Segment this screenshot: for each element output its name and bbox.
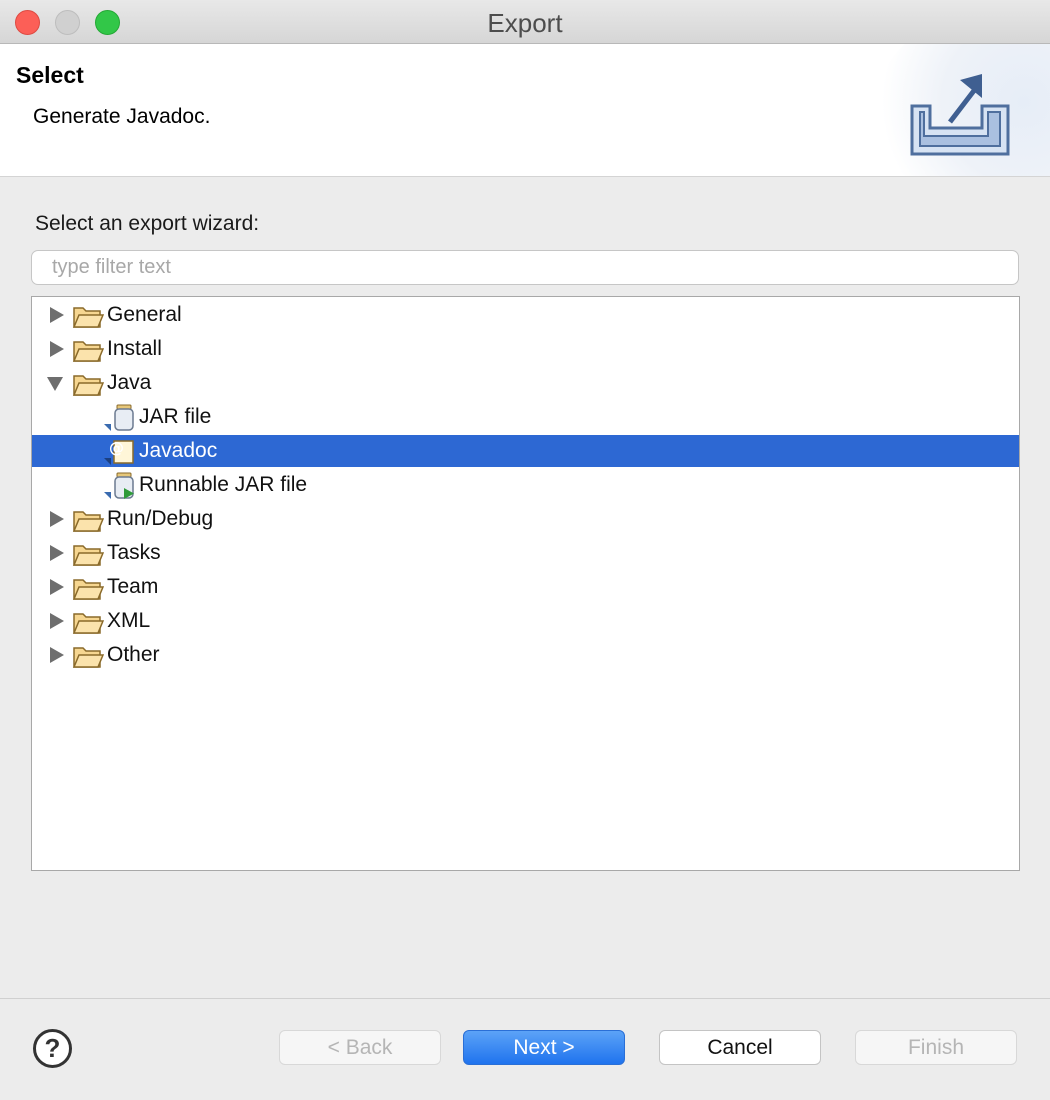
help-button[interactable]: ? [33, 1029, 72, 1068]
tree-item-label: Tasks [107, 541, 161, 564]
folder-open-icon [72, 375, 104, 396]
page-description: Generate Javadoc. [33, 105, 211, 128]
folder-icon [72, 307, 104, 328]
tree-item-xml[interactable]: XML [32, 605, 1019, 637]
wizard-header: Select Generate Javadoc. [0, 44, 1050, 177]
wizard-list-label: Select an export wizard: [35, 212, 260, 235]
folder-icon [72, 545, 104, 566]
tree-item-team[interactable]: Team [32, 571, 1019, 603]
tree-item-javadoc[interactable]: @ Javadoc [32, 435, 1019, 467]
tree-item-label: Run/Debug [107, 507, 214, 530]
tree-item-label: Javadoc [139, 439, 218, 462]
tree-item-run-debug[interactable]: Run/Debug [32, 503, 1019, 535]
tree-item-label: Other [107, 643, 160, 666]
expand-arrow-icon[interactable] [50, 647, 64, 663]
tree-item-label: JAR file [139, 405, 212, 428]
back-button[interactable]: < Back [279, 1030, 441, 1065]
window-title: Export [487, 8, 563, 38]
folder-icon [72, 613, 104, 634]
collapse-arrow-icon[interactable] [47, 377, 63, 391]
folder-icon [72, 647, 104, 668]
svg-text:@: @ [109, 439, 124, 457]
folder-icon [72, 341, 104, 362]
expand-arrow-icon[interactable] [50, 511, 64, 527]
javadoc-icon: @ [104, 439, 134, 465]
folder-icon [72, 511, 104, 532]
next-button[interactable]: Next > [463, 1030, 625, 1065]
tree-item-runnable-jar-file[interactable]: Runnable JAR file [32, 469, 1019, 501]
finish-button[interactable]: Finish [855, 1030, 1017, 1065]
expand-arrow-icon[interactable] [50, 307, 64, 323]
expand-arrow-icon[interactable] [50, 613, 64, 629]
tree-item-jar-file[interactable]: JAR file [32, 401, 1019, 433]
tree-item-label: General [107, 303, 182, 326]
runnable-jar-icon [104, 472, 134, 499]
tree-item-label: Runnable JAR file [139, 473, 308, 496]
tree-item-label: Team [107, 575, 159, 598]
tree-item-tasks[interactable]: Tasks [32, 537, 1019, 569]
export-wizard-icon [910, 74, 1010, 156]
folder-icon [72, 579, 104, 600]
filter-input[interactable] [31, 250, 1019, 285]
expand-arrow-icon[interactable] [50, 341, 64, 357]
title-bar: Export [0, 0, 1050, 44]
tree-item-general[interactable]: General [32, 299, 1019, 331]
footer-divider [0, 998, 1050, 999]
tree-item-java[interactable]: Java [32, 367, 1019, 399]
tree-item-install[interactable]: Install [32, 333, 1019, 365]
tree-item-label: Install [107, 337, 162, 360]
tree-item-other[interactable]: Other [32, 639, 1019, 671]
jar-icon [104, 404, 134, 431]
cancel-button[interactable]: Cancel [659, 1030, 821, 1065]
wizard-tree[interactable]: General Install Java JAR file @ Javadoc … [31, 296, 1020, 871]
tree-item-label: XML [107, 609, 151, 632]
expand-arrow-icon[interactable] [50, 545, 64, 561]
expand-arrow-icon[interactable] [50, 579, 64, 595]
page-title: Select [16, 62, 84, 88]
tree-item-label: Java [107, 371, 152, 394]
